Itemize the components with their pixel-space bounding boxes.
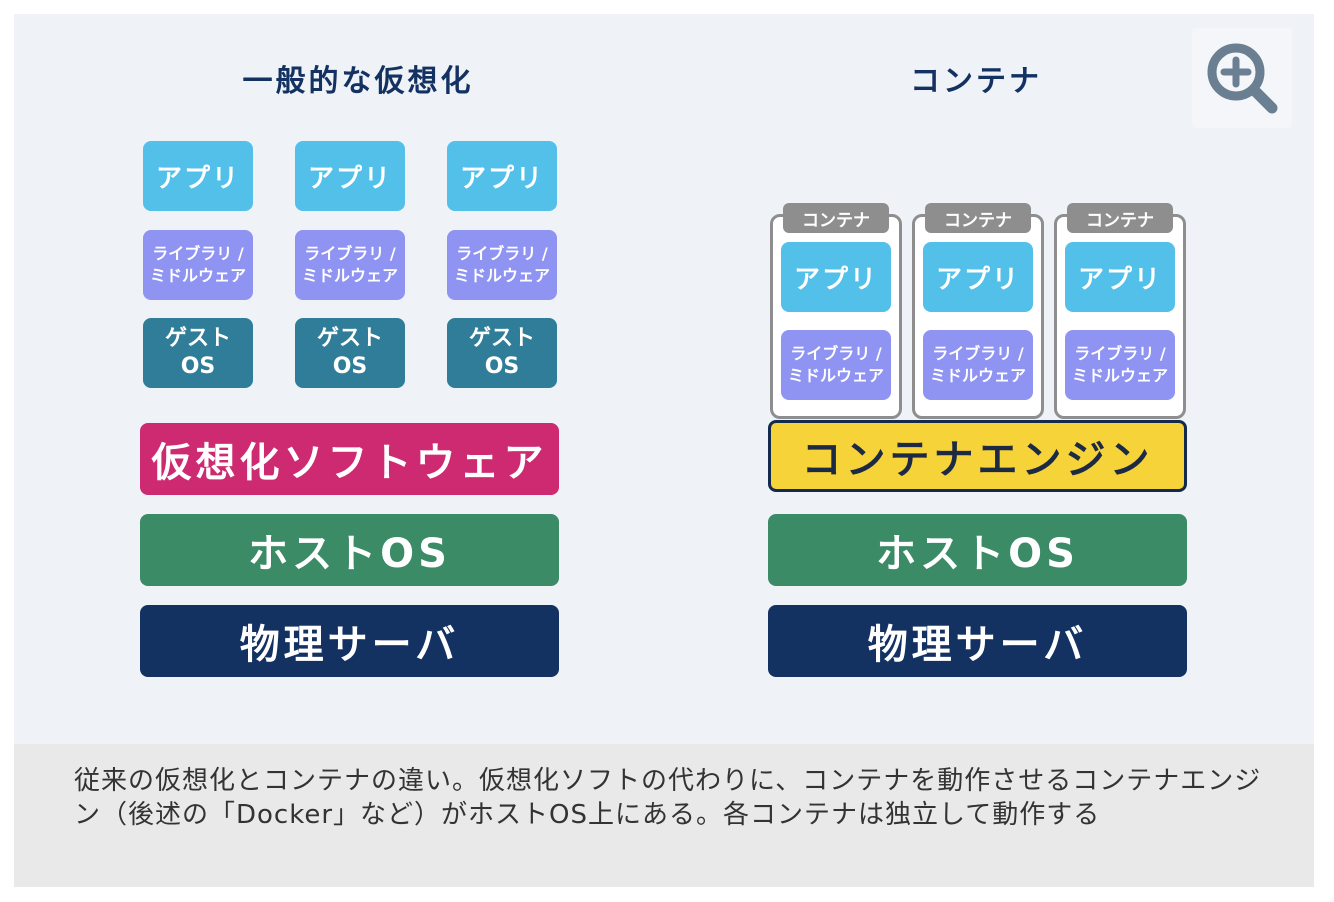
zoom-button[interactable]	[1192, 28, 1292, 128]
container-app: アプリ	[923, 242, 1033, 312]
container-box-3: コンテナ アプリ ライブラリ / ミドルウェア	[1054, 203, 1186, 419]
left-host-os-layer: ホストOS	[140, 514, 559, 586]
container-engine-layer: コンテナエンジン	[768, 420, 1187, 492]
left-library-2: ライブラリ / ミドルウェア	[295, 230, 405, 300]
left-library-1: ライブラリ / ミドルウェア	[143, 230, 253, 300]
container-library: ライブラリ / ミドルウェア	[781, 330, 891, 400]
left-app-1: アプリ	[143, 141, 253, 211]
left-guest-os-1: ゲスト OS	[143, 318, 253, 388]
container-label: コンテナ	[1067, 203, 1173, 233]
left-app-3: アプリ	[447, 141, 557, 211]
container-app: アプリ	[1065, 242, 1175, 312]
container-box-2: コンテナ アプリ ライブラリ / ミドルウェア	[912, 203, 1044, 419]
figure-caption: 従来の仮想化とコンテナの違い。仮想化ソフトの代わりに、コンテナを動作させるコンテ…	[74, 766, 1262, 830]
left-library-3: ライブラリ / ミドルウェア	[447, 230, 557, 300]
diagram-figure: 一般的な仮想化 アプリ アプリ アプリ ライブラリ / ミドルウェア ライブラリ…	[14, 14, 1314, 744]
left-column-title: 一般的な仮想化	[242, 64, 474, 99]
left-app-2: アプリ	[295, 141, 405, 211]
right-physical-server-layer: 物理サーバ	[768, 605, 1187, 677]
right-column-title: コンテナ	[910, 64, 1042, 99]
left-guest-os-3: ゲスト OS	[447, 318, 557, 388]
left-guest-os-2: ゲスト OS	[295, 318, 405, 388]
container-library: ライブラリ / ミドルウェア	[923, 330, 1033, 400]
right-host-os-layer: ホストOS	[768, 514, 1187, 586]
caption-box: 従来の仮想化とコンテナの違い。仮想化ソフトの代わりに、コンテナを動作させるコンテ…	[14, 744, 1314, 887]
container-label: コンテナ	[783, 203, 889, 233]
left-physical-server-layer: 物理サーバ	[140, 605, 559, 677]
container-app: アプリ	[781, 242, 891, 312]
container-library: ライブラリ / ミドルウェア	[1065, 330, 1175, 400]
container-label: コンテナ	[925, 203, 1031, 233]
container-box-1: コンテナ アプリ ライブラリ / ミドルウェア	[770, 203, 902, 419]
zoom-in-icon	[1207, 43, 1278, 114]
virtualization-software-layer: 仮想化ソフトウェア	[140, 423, 559, 495]
